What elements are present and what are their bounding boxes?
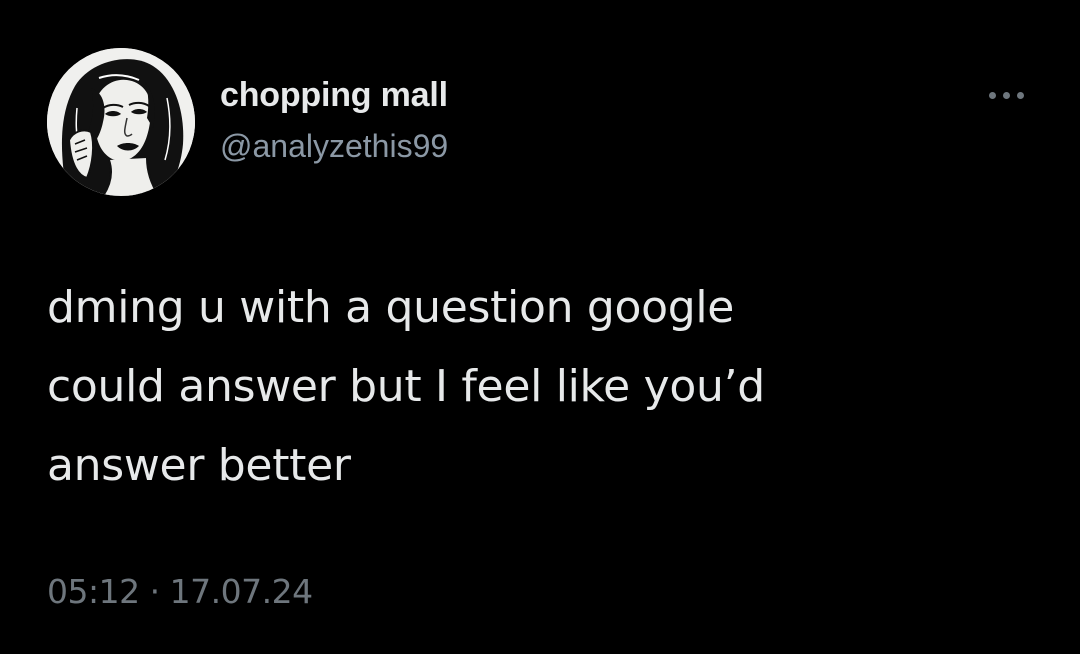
more-options-icon xyxy=(1003,92,1010,99)
profile-portrait-icon xyxy=(47,48,195,196)
meta-separator: · xyxy=(149,572,161,611)
more-options-button[interactable] xyxy=(982,80,1032,110)
tweet-card: chopping mall @analyzethis99 dming u wit… xyxy=(0,0,1080,654)
tweet-timestamp[interactable]: 05:12 · 17.07.24 xyxy=(47,572,313,611)
username-handle[interactable]: @analyzethis99 xyxy=(220,128,448,165)
more-options-icon xyxy=(989,92,996,99)
tweet-text-line: dming u with a question google xyxy=(47,282,735,333)
display-name[interactable]: chopping mall xyxy=(220,76,448,115)
tweet-text-line: answer better xyxy=(47,440,351,491)
tweet-time: 05:12 xyxy=(47,572,140,611)
tweet-text-line: could answer but I feel like you’d xyxy=(47,361,765,412)
tweet-text: dming u with a question google could ans… xyxy=(47,268,1007,505)
tweet-date: 17.07.24 xyxy=(169,572,313,611)
more-options-icon xyxy=(1017,92,1024,99)
avatar[interactable] xyxy=(47,48,195,196)
